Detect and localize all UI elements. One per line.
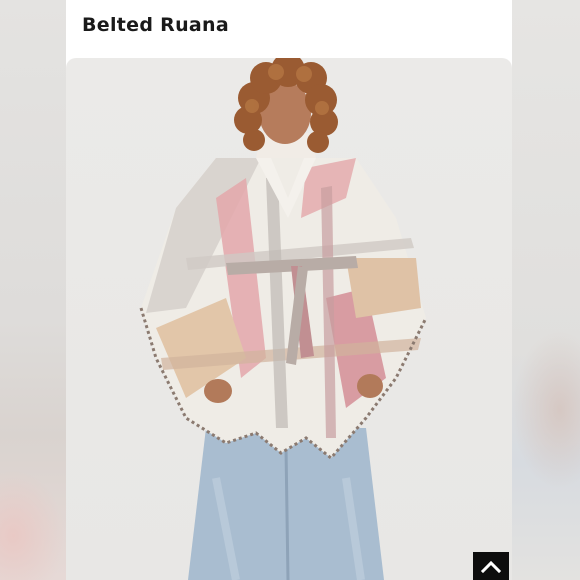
product-illustration	[139, 58, 428, 580]
product-photo[interactable]	[66, 58, 512, 580]
listing-card: Belted Ruana	[66, 0, 512, 580]
listing-title: Belted Ruana	[82, 14, 229, 36]
chevron-up-icon	[481, 560, 501, 573]
blurred-background-left	[0, 0, 66, 580]
page: Belted Ruana	[0, 0, 580, 580]
blurred-background-right	[512, 0, 580, 580]
back-to-top-button[interactable]	[473, 552, 509, 580]
